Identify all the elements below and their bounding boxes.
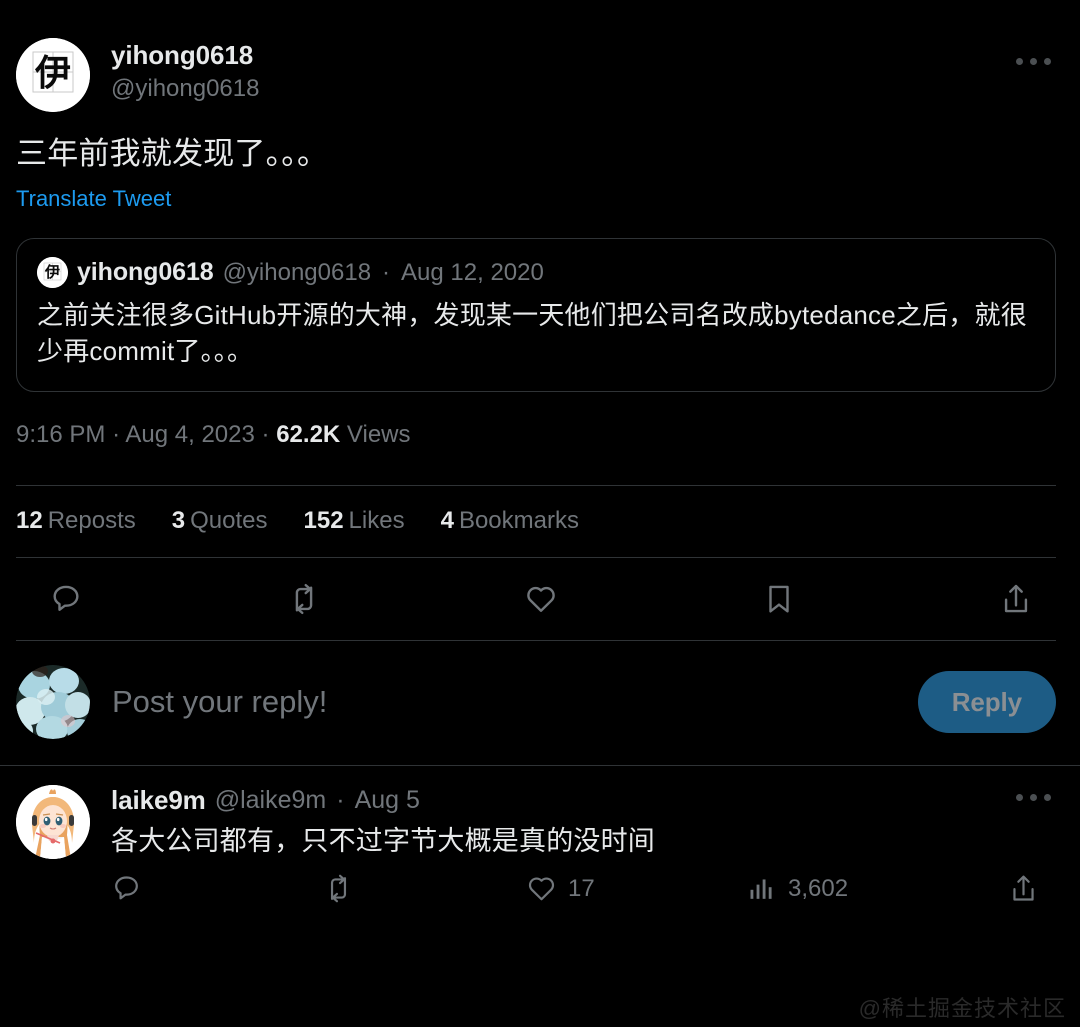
bookmark-icon xyxy=(768,585,789,613)
reply-author-avatar[interactable] xyxy=(16,785,90,859)
dot xyxy=(1043,793,1051,801)
tweet-date: Aug 4, 2023 xyxy=(125,421,255,448)
avatar-image: 伊 xyxy=(16,38,90,112)
timestamp-separator-1: · xyxy=(112,421,121,448)
reply-views-count: 3,602 xyxy=(788,874,849,902)
stat-quotes[interactable]: 3 Quotes xyxy=(172,507,268,535)
reply-icon xyxy=(53,585,79,611)
quoted-tweet-header: 伊 yihong0618 @yihong0618 · Aug 12, 2020 xyxy=(37,257,1035,288)
reply-reply-button[interactable] xyxy=(111,873,323,904)
share-icon xyxy=(1013,875,1034,901)
repost-button[interactable] xyxy=(280,575,328,623)
reply-author-avatar-image xyxy=(16,785,90,859)
reply-icon xyxy=(115,876,138,900)
svg-text:伊: 伊 xyxy=(44,263,60,281)
current-user-avatar[interactable] xyxy=(16,665,90,739)
reposts-count: 12 xyxy=(16,507,43,534)
bookmarks-label: Bookmarks xyxy=(458,507,579,534)
dot xyxy=(1043,57,1051,65)
retweet-icon xyxy=(330,874,347,903)
dot xyxy=(1015,793,1023,801)
author-display-name[interactable]: yihong0618 xyxy=(111,40,259,71)
current-user-avatar-image xyxy=(16,665,90,739)
share-button[interactable] xyxy=(992,575,1040,623)
bookmarks-count: 4 xyxy=(440,507,454,534)
reply-date[interactable]: Aug 5 xyxy=(355,786,420,815)
reply-avatar-wrap xyxy=(16,785,90,904)
tweet-text: 三年前我就发现了。。。 xyxy=(16,136,329,171)
views-count: 62.2K xyxy=(276,421,341,448)
quoted-tweet-card[interactable]: 伊 yihong0618 @yihong0618 · Aug 12, 2020 … xyxy=(16,238,1056,392)
bookmark-button[interactable] xyxy=(755,575,803,623)
reply-separator: · xyxy=(336,786,345,814)
engagement-stats-row: 12 Reposts 3 Quotes 152 Likes 4 Bookmarks xyxy=(0,486,1080,557)
reply-button[interactable] xyxy=(42,575,90,623)
reply-action-bar: 17 3,602 xyxy=(111,873,1056,904)
quotes-count: 3 xyxy=(171,507,186,534)
likes-label: Likes xyxy=(348,507,405,534)
stat-reposts[interactable]: 12 Reposts xyxy=(16,507,136,535)
reply-share-button[interactable] xyxy=(1008,873,1050,904)
quoted-date: Aug 12, 2020 xyxy=(401,258,544,286)
reply-display-name[interactable]: laike9m xyxy=(111,785,206,816)
quotes-label: Quotes xyxy=(190,507,268,534)
main-tweet-header: 伊 yihong0618 @yihong0618 xyxy=(0,0,1080,112)
views-icon xyxy=(750,879,772,899)
quoted-tweet-text: 之前关注很多GitHub开源的大神，发现某一天他们把公司名改成bytedance… xyxy=(37,300,1027,366)
avatar[interactable]: 伊 xyxy=(16,38,90,112)
heart-icon xyxy=(527,586,555,612)
views-label: Views xyxy=(346,421,411,448)
author-name-block: yihong0618 @yihong0618 xyxy=(111,38,259,104)
quoted-handle: @yihong0618 xyxy=(222,258,372,286)
quoted-display-name: yihong0618 xyxy=(77,258,214,286)
reply-text: 各大公司都有，只不过字节大概是真的没时间 xyxy=(111,826,655,856)
tweet-timestamp: 9:16 PM · Aug 4, 2023 · 62.2K Views xyxy=(0,392,1080,450)
heart-icon xyxy=(528,877,555,901)
tweet-time: 9:16 PM xyxy=(16,421,106,448)
more-options-icon[interactable] xyxy=(1010,44,1056,78)
translate-tweet-link[interactable]: Translate Tweet xyxy=(0,174,187,212)
reply-content: laike9m @laike9m · Aug 5 各大公司都有，只不过字节大概是… xyxy=(111,785,1056,904)
reply-author-header: laike9m @laike9m · Aug 5 xyxy=(111,785,1056,816)
quoted-separator: · xyxy=(382,258,391,286)
timestamp-separator-2: · xyxy=(261,421,270,448)
reply-like-count: 17 xyxy=(568,874,595,902)
reposts-label: Reposts xyxy=(47,507,136,534)
reply-composer: Post your reply! Reply xyxy=(0,641,1080,765)
watermark: @稀土掘金技术社区 xyxy=(858,996,1066,1021)
tweet-detail-page: 伊 yihong0618 @yihong0618 三年前我就发现了。。。 Tra… xyxy=(0,0,1080,1027)
reply-repost-button[interactable] xyxy=(323,873,526,904)
share-icon xyxy=(1004,584,1028,613)
reply-tweet: laike9m @laike9m · Aug 5 各大公司都有，只不过字节大概是… xyxy=(0,766,1080,904)
dot xyxy=(1015,57,1023,65)
quoted-avatar-image: 伊 xyxy=(37,257,68,288)
stat-bookmarks[interactable]: 4 Bookmarks xyxy=(441,507,579,535)
retweet-icon xyxy=(295,583,312,615)
reply-handle[interactable]: @laike9m xyxy=(215,786,327,815)
reply-input[interactable]: Post your reply! xyxy=(112,683,896,721)
main-tweet-action-bar xyxy=(0,558,1080,640)
reply-submit-button[interactable]: Reply xyxy=(917,671,1056,733)
stat-likes[interactable]: 152 Likes xyxy=(304,507,405,535)
likes-count: 152 xyxy=(303,507,344,534)
quoted-avatar: 伊 xyxy=(37,257,68,288)
author-handle[interactable]: @yihong0618 xyxy=(111,74,259,104)
dot xyxy=(1029,793,1037,801)
reply-views-button[interactable]: 3,602 xyxy=(746,873,976,904)
reply-like-button[interactable]: 17 xyxy=(526,873,746,904)
svg-text:伊: 伊 xyxy=(34,53,71,94)
reply-more-options-icon[interactable] xyxy=(1010,780,1056,814)
like-button[interactable] xyxy=(517,575,565,623)
dot xyxy=(1029,57,1037,65)
